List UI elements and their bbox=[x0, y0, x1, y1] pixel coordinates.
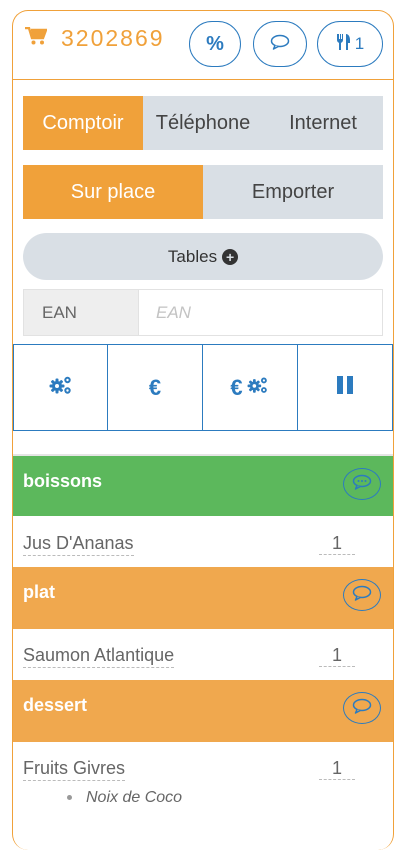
order-line[interactable]: Saumon Atlantique 1 bbox=[13, 629, 393, 681]
pause-icon bbox=[335, 375, 355, 401]
action-bar: € € bbox=[13, 344, 393, 431]
settings-button[interactable] bbox=[13, 345, 108, 430]
service-sur-place-tab[interactable]: Sur place bbox=[23, 165, 203, 219]
order-line[interactable]: Fruits Givres 1 bbox=[13, 742, 393, 794]
tables-button[interactable]: Tables + bbox=[23, 233, 383, 280]
payment-settings-button[interactable]: € bbox=[203, 345, 298, 430]
covers-count: 1 bbox=[354, 34, 365, 53]
item-name[interactable]: Saumon Atlantique bbox=[23, 645, 175, 668]
order-number: 3202869 bbox=[61, 25, 165, 51]
gears-icon bbox=[48, 374, 74, 402]
category-header: plat bbox=[13, 567, 393, 629]
item-quantity[interactable]: 1 bbox=[319, 758, 355, 780]
percent-icon: % bbox=[206, 32, 224, 55]
category-header: dessert bbox=[13, 680, 393, 742]
plus-circle-icon: + bbox=[222, 248, 239, 265]
order-line[interactable]: Jus D'Ananas 1 bbox=[13, 517, 393, 569]
category-header: boissons bbox=[13, 454, 393, 516]
ean-label: EAN bbox=[24, 290, 139, 335]
item-option: Noix de Coco bbox=[67, 789, 182, 807]
channel-selector: Comptoir Téléphone Internet bbox=[23, 96, 383, 150]
item-option-label: Noix de Coco bbox=[86, 789, 183, 806]
item-name[interactable]: Fruits Givres bbox=[23, 758, 126, 781]
item-name[interactable]: Jus D'Ananas bbox=[23, 533, 134, 556]
speech-bubble-icon bbox=[352, 698, 372, 719]
service-selector: Sur place Emporter bbox=[23, 165, 383, 219]
order-panel: 3202869 % 1 Comptoir Téléphone Internet … bbox=[12, 10, 394, 850]
pause-button[interactable] bbox=[298, 345, 393, 430]
ean-input[interactable] bbox=[139, 290, 382, 335]
speech-bubble-icon bbox=[352, 585, 372, 606]
channel-internet-tab[interactable]: Internet bbox=[263, 96, 383, 150]
tables-label: Tables bbox=[167, 246, 218, 266]
channel-comptoir-tab[interactable]: Comptoir bbox=[23, 96, 143, 150]
euro-icon: € bbox=[230, 374, 243, 400]
comment-button[interactable] bbox=[253, 21, 307, 67]
category-comment-button[interactable] bbox=[343, 579, 381, 611]
speech-bubble-icon bbox=[270, 34, 290, 55]
discount-button[interactable]: % bbox=[189, 21, 241, 67]
channel-telephone-tab[interactable]: Téléphone bbox=[143, 96, 263, 150]
service-emporter-tab[interactable]: Emporter bbox=[203, 165, 383, 219]
category-name: boissons bbox=[23, 471, 103, 491]
euro-icon: € bbox=[148, 374, 162, 400]
category-comment-button[interactable] bbox=[343, 468, 381, 500]
cutlery-icon bbox=[336, 33, 352, 56]
ean-input-group: EAN bbox=[23, 289, 383, 336]
speech-bubble-dots-icon bbox=[352, 474, 372, 495]
cart-icon bbox=[25, 26, 48, 50]
item-quantity[interactable]: 1 bbox=[319, 533, 355, 555]
bullet-icon bbox=[67, 795, 72, 801]
category-comment-button[interactable] bbox=[343, 692, 381, 724]
item-quantity[interactable]: 1 bbox=[319, 645, 355, 667]
covers-button[interactable]: 1 bbox=[317, 21, 383, 67]
gears-icon bbox=[246, 375, 270, 401]
header-divider bbox=[13, 79, 393, 80]
payment-button[interactable]: € bbox=[108, 345, 203, 430]
category-name: plat bbox=[23, 582, 56, 602]
category-name: dessert bbox=[23, 695, 88, 715]
order-number-display: 3202869 bbox=[25, 25, 165, 52]
